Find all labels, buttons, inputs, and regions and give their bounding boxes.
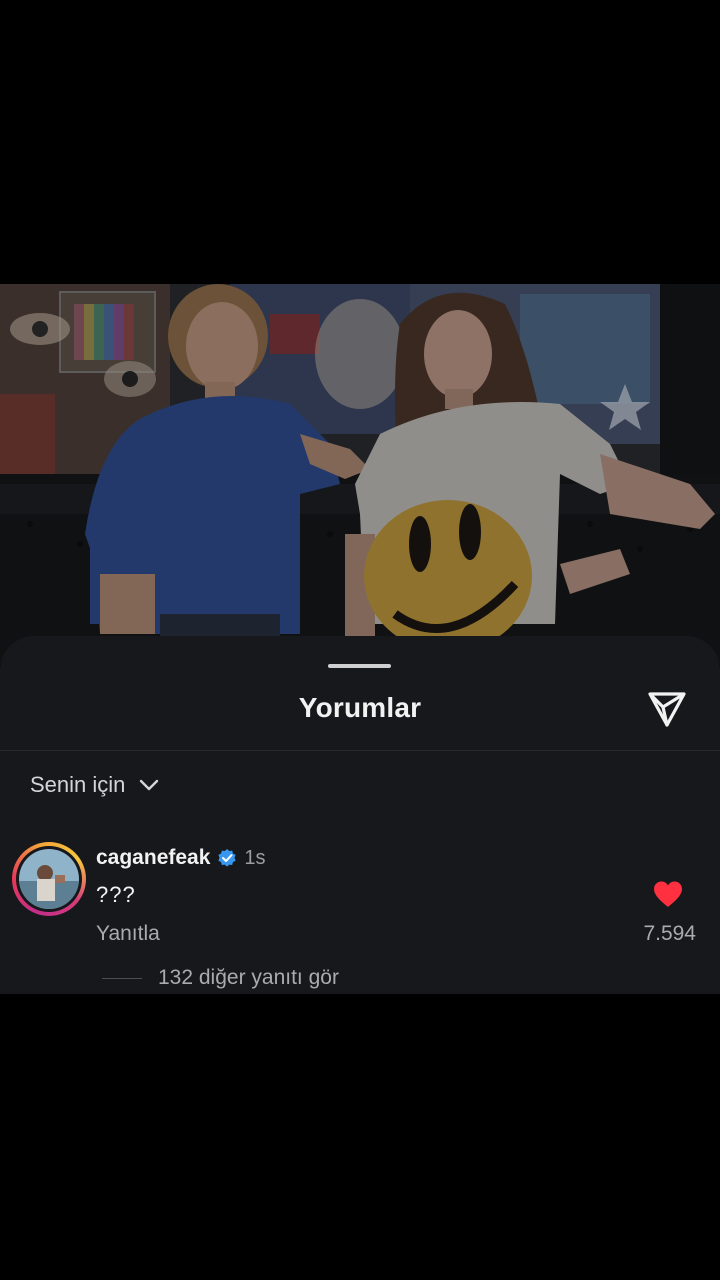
share-button[interactable] (644, 686, 690, 732)
like-count: 7.594 (643, 922, 696, 945)
sort-label: Senin için (30, 772, 126, 797)
send-icon (648, 692, 686, 727)
like-button[interactable] (650, 878, 686, 910)
comment-username[interactable]: caganefeak (96, 846, 210, 870)
comment-time: 1s (244, 846, 266, 869)
header-divider (0, 750, 720, 751)
reply-button[interactable]: Yanıtla (96, 922, 160, 946)
comment-text: ??? (96, 882, 136, 907)
view-more-replies-button[interactable]: 132 diğer yanıtı gör (102, 966, 339, 990)
replies-divider-line (102, 977, 142, 979)
post-photo-background (0, 284, 720, 664)
comment-item: caganefeak 1s ??? Yanıtla 7.594 132 diğe… (0, 840, 720, 990)
chevron-down-icon (139, 778, 159, 792)
verified-badge-icon (217, 848, 237, 868)
comment-sort-dropdown[interactable]: Senin için (30, 772, 159, 798)
sheet-title: Yorumlar (298, 692, 422, 723)
heart-filled-icon (654, 881, 682, 907)
comments-sheet: Yorumlar Senin için caganefeak 1s ??? Ya… (0, 636, 720, 994)
comment-header: caganefeak 1s (96, 846, 266, 870)
sheet-drag-handle[interactable] (328, 664, 391, 668)
view-more-replies-label: 132 diğer yanıtı gör (158, 966, 339, 989)
avatar[interactable] (19, 849, 79, 909)
story-ring[interactable] (12, 842, 86, 916)
